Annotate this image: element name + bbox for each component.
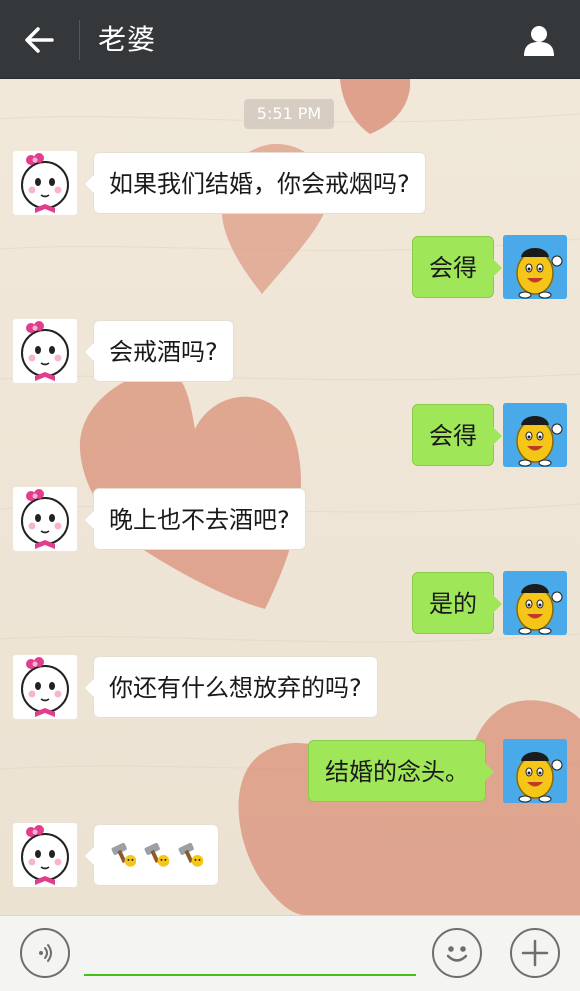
message-text: 结婚的念头。 [325,758,469,786]
message-text: 会得 [429,254,477,282]
message-bubble-incoming[interactable]: 你还有什么想放弃的吗? [85,656,378,718]
message-bubble-outgoing[interactable]: 结婚的念头。 [308,740,494,802]
message-bubble-incoming[interactable] [85,824,219,886]
message-bubble-outgoing[interactable]: 是的 [412,572,502,634]
contact-avatar[interactable] [13,655,77,719]
back-button[interactable] [14,18,64,62]
girl-avatar-icon [13,655,77,719]
my-avatar[interactable] [503,571,567,635]
message-text: 会得 [429,422,477,450]
contact-avatar[interactable] [13,151,77,215]
my-avatar[interactable] [503,739,567,803]
top-bar: 老婆 [0,0,580,79]
topbar-divider [79,20,80,60]
arrow-left-icon [25,27,54,53]
contact-avatar[interactable] [13,319,77,383]
message-text: 是的 [429,590,477,618]
contact-avatar[interactable] [13,823,77,887]
person-icon [524,26,554,56]
hammer-emoji-icon [111,842,137,867]
voice-input-button[interactable] [20,928,70,978]
voice-icon [39,944,52,962]
girl-avatar-icon [13,319,77,383]
girl-avatar-icon [13,487,77,551]
my-avatar[interactable] [503,235,567,299]
hammer-emoji-icon [178,842,203,867]
message-bubble-incoming[interactable]: 晚上也不去酒吧? [85,488,306,550]
emoji-button[interactable] [432,928,482,978]
chat-title: 老婆 [98,23,157,56]
chat-area[interactable]: 5:51 PM 如果我们结婚，你会戒烟吗? 会得 会戒酒吗? 会得 晚上也不去酒… [0,79,580,915]
pea-character-avatar-icon [503,235,567,299]
message-bubble-incoming[interactable]: 如果我们结婚，你会戒烟吗? [85,152,426,214]
profile-button[interactable] [516,18,562,62]
smiley-icon [446,946,468,962]
more-options-button[interactable] [510,928,560,978]
girl-avatar-icon [13,823,77,887]
message-text: 会戒酒吗? [109,338,218,366]
my-avatar[interactable] [503,403,567,467]
timestamp-badge: 5:51 PM [244,99,334,129]
message-text: 你还有什么想放弃的吗? [109,674,362,702]
message-text: 如果我们结婚，你会戒烟吗? [109,170,410,198]
message-text: 晚上也不去酒吧? [109,506,290,534]
message-input[interactable] [84,930,416,976]
contact-avatar[interactable] [13,487,77,551]
message-bubble-outgoing[interactable]: 会得 [412,236,502,298]
message-bubble-incoming[interactable]: 会戒酒吗? [85,320,234,382]
pea-character-avatar-icon [503,571,567,635]
input-bar [0,915,580,991]
pea-character-avatar-icon [503,403,567,467]
girl-avatar-icon [13,151,77,215]
chat-app: 老婆 5:51 PM 如果我们结婚，你会戒烟吗? 会得 会戒酒吗? 会得 晚上也… [0,0,580,991]
message-bubble-outgoing[interactable]: 会得 [412,404,502,466]
hammer-emoji-icon [144,842,170,867]
emoji-row [109,825,203,885]
plus-icon [521,939,549,967]
pea-character-avatar-icon [503,739,567,803]
